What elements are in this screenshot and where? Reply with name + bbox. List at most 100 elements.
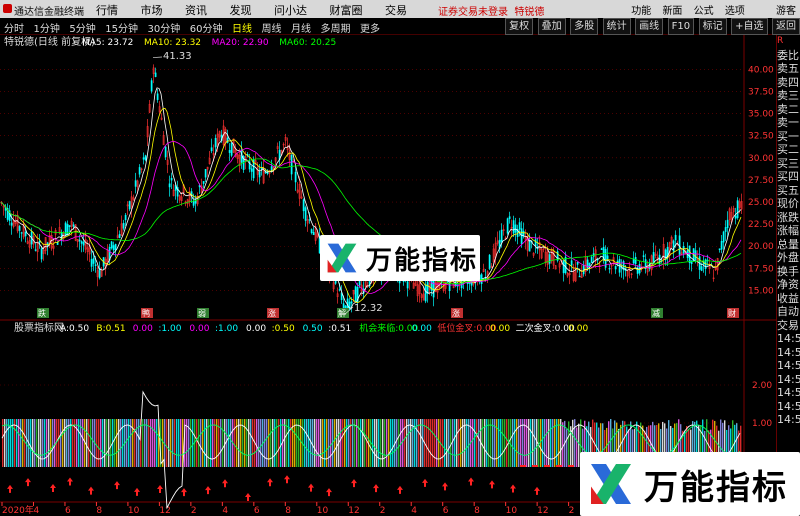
panel-item[interactable]: 14:5 xyxy=(777,359,800,373)
back-button[interactable]: 返回 xyxy=(772,18,800,35)
indicator-bar xyxy=(376,419,378,467)
indicator-bar xyxy=(274,419,276,467)
signal-up-arrow xyxy=(326,488,332,497)
menu-new-page[interactable]: 新面 xyxy=(662,6,682,17)
menu-function[interactable]: 功能 xyxy=(631,6,651,17)
candle-body xyxy=(312,232,315,236)
panel-item[interactable]: 14:5 xyxy=(777,373,800,387)
menu-item-quotes[interactable]: 行情 xyxy=(96,2,118,18)
indicator-bar xyxy=(8,419,10,467)
period-tab-5min[interactable]: 5分钟 xyxy=(69,20,95,35)
draw-line-button[interactable]: 画线 xyxy=(635,18,664,35)
indicator-bar xyxy=(76,419,78,467)
indicator-bar xyxy=(398,419,400,467)
panel-item[interactable]: 14:5 xyxy=(777,386,800,400)
candle-body xyxy=(154,72,157,77)
panel-item[interactable]: 自动 xyxy=(777,305,800,319)
indicator-bar xyxy=(82,419,84,467)
menu-formula[interactable]: 公式 xyxy=(694,6,714,17)
period-tab-daily[interactable]: 日线 xyxy=(232,20,252,35)
indicator-bar xyxy=(60,419,62,467)
price-tick-label: 30.00 xyxy=(748,154,774,164)
indicator-bar xyxy=(284,419,286,467)
period-tab-monthly[interactable]: 月线 xyxy=(291,20,311,35)
indicator-bar xyxy=(260,419,262,467)
panel-item[interactable]: 14:5 xyxy=(777,413,800,427)
candle-body xyxy=(66,224,69,236)
stock-name-link[interactable]: 特锐德 xyxy=(514,7,544,18)
indicator-bar xyxy=(566,429,568,467)
indicator-param: 0.00 xyxy=(490,324,510,334)
candle-body xyxy=(110,241,113,249)
statistics-button[interactable]: 统计 xyxy=(602,18,631,35)
indicator-bar xyxy=(510,419,512,467)
indicator-bar xyxy=(490,419,492,467)
title-right-menu: 功能 新面 公式 选项 游客 xyxy=(623,2,796,17)
login-notice[interactable]: 证券交易未登录 特锐德 xyxy=(438,3,544,18)
f10-button[interactable]: F10 xyxy=(667,18,695,35)
indicator-bar xyxy=(120,419,122,467)
indicator-bar xyxy=(88,419,90,467)
candle-body xyxy=(562,260,565,274)
candle-body xyxy=(718,248,721,250)
multi-stock-button[interactable]: 多股 xyxy=(570,18,599,35)
menu-item-market[interactable]: 市场 xyxy=(141,2,163,18)
candle-body xyxy=(308,219,311,221)
panel-item[interactable]: 交易 xyxy=(777,319,800,333)
signal-up-arrow xyxy=(442,482,448,491)
period-tab-multi[interactable]: 多周期 xyxy=(320,20,350,35)
time-axis-label: 8 xyxy=(285,506,291,516)
indicator-bar xyxy=(552,419,554,467)
period-tab-intraday[interactable]: 分时 xyxy=(4,20,24,35)
period-tab-15min[interactable]: 15分钟 xyxy=(105,20,138,35)
menu-item-assistant[interactable]: 问小达 xyxy=(274,2,307,18)
candle-body xyxy=(606,255,609,259)
indicator-bar xyxy=(522,419,524,467)
indicator-param: 0.00 xyxy=(189,324,209,334)
candle-body xyxy=(228,150,231,153)
indicator-bar xyxy=(200,419,202,467)
indicator-bar xyxy=(414,419,416,467)
user-label[interactable]: 游客 xyxy=(776,6,796,17)
period-tab-more[interactable]: 更多 xyxy=(360,20,380,35)
indicator-bar xyxy=(534,419,536,467)
indicator-bar xyxy=(240,419,242,467)
indicator-param: :0.50 xyxy=(272,324,295,334)
indicator-bar xyxy=(54,419,56,467)
period-tab-weekly[interactable]: 周线 xyxy=(261,20,281,35)
indicator-bar xyxy=(454,419,456,467)
candle-body xyxy=(608,268,611,270)
overlay-button[interactable]: 叠加 xyxy=(537,18,566,35)
period-tab-30min[interactable]: 30分钟 xyxy=(147,20,180,35)
indicator-bar xyxy=(422,419,424,467)
event-marker-label: 减 xyxy=(652,308,660,318)
indicator-bar xyxy=(572,419,574,467)
indicator-bar xyxy=(418,419,420,467)
indicator-bar xyxy=(152,419,154,467)
add-watchlist-button[interactable]: +自选 xyxy=(731,18,768,35)
candle-body xyxy=(674,234,677,241)
panel-item: 委比 xyxy=(777,48,799,62)
indicator-bar xyxy=(248,419,250,467)
panel-item[interactable]: 14:5 xyxy=(777,400,800,414)
menu-options[interactable]: 选项 xyxy=(725,6,745,17)
panel-item[interactable]: 14:5 xyxy=(777,332,800,346)
mark-button[interactable]: 标记 xyxy=(698,18,727,35)
candle-body xyxy=(724,227,727,232)
panel-item[interactable]: 14:5 xyxy=(777,346,800,360)
period-tab-60min[interactable]: 60分钟 xyxy=(190,20,223,35)
menu-item-news[interactable]: 资讯 xyxy=(185,2,207,18)
main-menu: 行情 市场 资讯 发现 问小达 财富圈 交易 xyxy=(96,2,426,18)
indicator-bar xyxy=(458,419,460,467)
adjust-price-button[interactable]: 复权 xyxy=(505,18,534,35)
indicator-param: 机会来临:0.00 xyxy=(359,322,418,334)
menu-item-discover[interactable]: 发现 xyxy=(230,2,252,18)
candle-body xyxy=(124,214,127,221)
menu-item-trade[interactable]: 交易 xyxy=(385,2,407,18)
menu-item-wealth[interactable]: 财富圈 xyxy=(330,2,363,18)
period-tab-1min[interactable]: 1分钟 xyxy=(34,20,60,35)
signal-up-arrow xyxy=(534,486,540,495)
indicator-bar xyxy=(180,419,182,467)
indicator-bar xyxy=(188,419,190,467)
indicator-bar xyxy=(34,419,36,467)
